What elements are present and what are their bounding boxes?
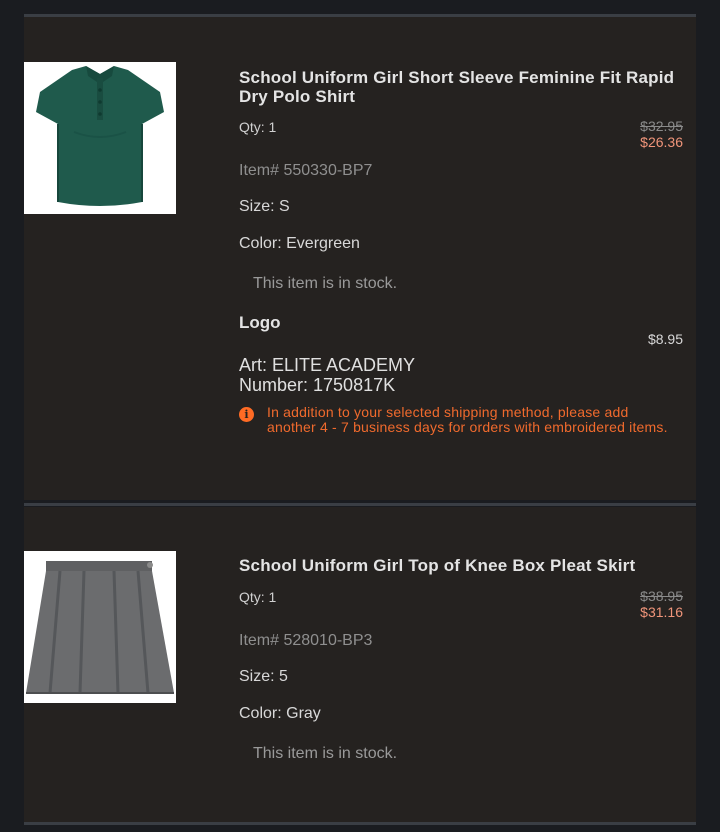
quantity: Qty: 1 <box>239 589 277 605</box>
product-title[interactable]: School Uniform Girl Top of Knee Box Plea… <box>239 556 679 575</box>
info-icon: i <box>239 407 254 422</box>
logo-art: Art: ELITE ACADEMY <box>239 355 416 375</box>
pleat-skirt-image <box>24 551 176 703</box>
polo-shirt-image <box>24 62 176 214</box>
logo-label: Logo <box>239 313 281 332</box>
cart-item-2: School Uniform Girl Top of Knee Box Plea… <box>24 507 696 822</box>
embroidery-notice-text: In addition to your selected shipping me… <box>267 404 668 435</box>
quantity: Qty: 1 <box>239 119 277 135</box>
size: Size: 5 <box>239 668 288 685</box>
color: Color: Gray <box>239 705 321 722</box>
product-image-polo[interactable] <box>24 62 176 214</box>
product-title[interactable]: School Uniform Girl Short Sleeve Feminin… <box>239 68 679 106</box>
size: Size: S <box>239 198 290 215</box>
logo-price: $8.95 <box>647 331 683 347</box>
stock-status: This item is in stock. <box>253 275 398 292</box>
item-number: Item# 550330-BP7 <box>239 162 373 179</box>
product-image-skirt[interactable] <box>24 551 176 703</box>
cart-item-1: School Uniform Girl Short Sleeve Feminin… <box>24 17 696 500</box>
sale-price: $31.16 <box>640 604 683 620</box>
item-divider <box>24 503 696 506</box>
sale-price: $26.36 <box>640 134 683 150</box>
logo-number: Number: 1750817K <box>239 375 396 395</box>
stock-status: This item is in stock. <box>253 745 398 762</box>
original-price: $38.95 <box>640 588 683 604</box>
color: Color: Evergreen <box>239 235 360 252</box>
bottom-divider <box>24 822 696 825</box>
original-price: $32.95 <box>640 118 683 134</box>
item-number: Item# 528010-BP3 <box>239 632 373 649</box>
